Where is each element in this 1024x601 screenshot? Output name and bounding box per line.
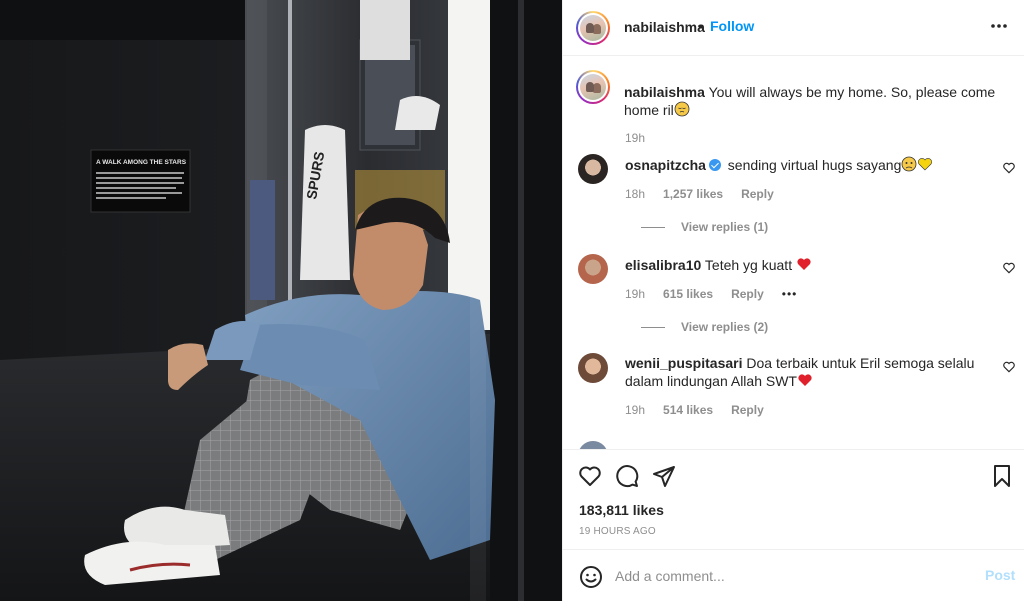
comment-text: Teteh yg kuatt [704,257,793,273]
wall-sign-title: A WALK AMONG THE STARS [96,159,187,166]
yellow-heart-icon [918,158,933,171]
like-comment-heart-icon[interactable] [1002,261,1016,275]
comment-body: osnapitzcha sending virtual hugs sayang [625,156,985,174]
comment-body: elisalibra10 Teteh yg kuatt [625,256,985,274]
comment-meta: 18h 1,257 likes Reply [625,187,792,201]
comment-meta: 19h 615 likes Reply ••• [625,287,815,301]
caption-text-block: nabilaishma You will always be my home. … [624,83,1009,119]
post-photo[interactable]: A WALK AMONG THE STARS SPURS [0,0,562,601]
comment-time[interactable]: 19h [625,287,645,301]
comment-more-options-icon[interactable]: ••• [782,287,798,301]
view-replies-label: View replies (2) [681,320,769,334]
view-replies-button[interactable]: View replies (1) [641,220,768,234]
add-comment-bar: Post [563,549,1024,601]
comment-likes[interactable]: 1,257 likes [663,187,723,201]
commenter-username[interactable]: osnapitzcha [625,157,706,173]
comment-bubble-icon[interactable] [615,464,639,488]
red-heart-icon [798,374,812,386]
comment-body: wenii_puspitasari Doa terbaik untuk Eril… [625,355,985,390]
commenter-avatar[interactable] [578,154,608,184]
caption-avatar[interactable] [576,70,610,104]
save-bookmark-icon[interactable] [990,464,1014,488]
comment-meta: 19h 514 likes Reply [625,403,782,417]
post-likes-count[interactable]: 183,811 likes [579,502,664,518]
post-comment-button[interactable]: Post [985,567,1015,583]
post-timestamp[interactable]: 19 HOURS AGO [579,526,656,537]
commenter-username[interactable]: wenii_puspitasari [625,355,742,371]
commenter-avatar[interactable] [578,353,608,383]
caption-time[interactable]: 19h [625,131,645,145]
reply-button[interactable]: Reply [741,187,774,201]
reply-button[interactable]: Reply [731,403,764,417]
header-separator: • [698,18,703,34]
verified-badge-icon [708,159,721,171]
commenter-avatar[interactable] [578,441,608,449]
like-comment-heart-icon[interactable] [1002,360,1016,374]
photo-illustration: A WALK AMONG THE STARS SPURS [0,0,562,601]
view-replies-button[interactable]: View replies (2) [641,320,768,334]
comment-time[interactable]: 19h [625,403,645,417]
sad-face-icon [901,156,917,172]
comments-list[interactable]: nabilaishma You will always be my home. … [563,57,1024,449]
follow-button[interactable]: Follow [710,18,754,34]
author-username[interactable]: nabilaishma [624,19,705,35]
comment-text: sending virtual hugs sayang [727,157,902,173]
commenter-username[interactable]: elisalibra10 [625,257,701,273]
post-side-panel: nabilaishma • Follow nabilaishma You wil… [562,0,1024,601]
emoji-picker-icon[interactable] [579,565,603,589]
reply-button[interactable]: Reply [731,287,764,301]
replies-divider-line [641,326,665,328]
comment-input[interactable] [615,564,965,588]
like-heart-icon[interactable] [578,464,602,488]
more-options-icon[interactable] [989,16,1009,36]
comment-likes[interactable]: 514 likes [663,403,713,417]
view-replies-label: View replies (1) [681,220,769,234]
post-header: nabilaishma • Follow [563,0,1024,56]
like-comment-heart-icon[interactable] [1002,161,1016,175]
author-avatar[interactable] [576,11,610,45]
comment-likes[interactable]: 615 likes [663,287,713,301]
comment-time[interactable]: 18h [625,187,645,201]
caption-username[interactable]: nabilaishma [624,84,705,100]
pensive-face-icon [674,101,690,117]
replies-divider-line [641,226,665,228]
red-heart-icon [797,258,811,270]
commenter-avatar[interactable] [578,254,608,284]
share-paper-plane-icon[interactable] [652,464,676,488]
post-actions: 183,811 likes 19 HOURS AGO [563,449,1024,549]
